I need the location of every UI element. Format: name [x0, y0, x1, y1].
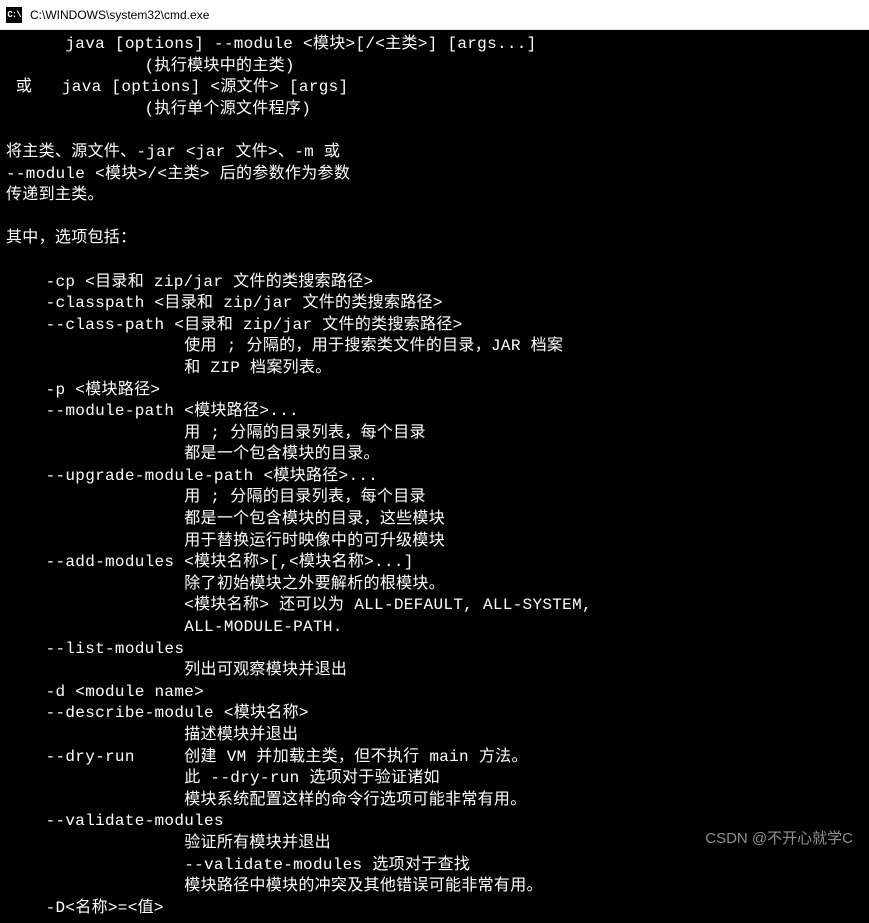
- terminal-line: [6, 207, 863, 229]
- terminal-line: 和 ZIP 档案列表。: [6, 358, 863, 380]
- terminal-line: --describe-module <模块名称>: [6, 703, 863, 725]
- terminal-line: (执行模块中的主类): [6, 56, 863, 78]
- terminal-line: -p <模块路径>: [6, 380, 863, 402]
- terminal-line: [6, 250, 863, 272]
- terminal-line: java [options] --module <模块>[/<主类>] [arg…: [6, 34, 863, 56]
- terminal-line: 除了初始模块之外要解析的根模块。: [6, 574, 863, 596]
- window-title: C:\WINDOWS\system32\cmd.exe: [30, 8, 209, 22]
- terminal-line: --add-modules <模块名称>[,<模块名称>...]: [6, 552, 863, 574]
- window-titlebar: C:\ C:\WINDOWS\system32\cmd.exe: [0, 0, 869, 30]
- terminal-line: 描述模块并退出: [6, 725, 863, 747]
- terminal-line: (执行单个源文件程序): [6, 99, 863, 121]
- terminal-line: -classpath <目录和 zip/jar 文件的类搜索路径>: [6, 293, 863, 315]
- terminal-line: --dry-run 创建 VM 并加载主类，但不执行 main 方法。: [6, 747, 863, 769]
- terminal-line: 传递到主类。: [6, 185, 863, 207]
- terminal-line: 或 java [options] <源文件> [args]: [6, 77, 863, 99]
- terminal-line: --module-path <模块路径>...: [6, 401, 863, 423]
- terminal-output[interactable]: java [options] --module <模块>[/<主类>] [arg…: [0, 30, 869, 923]
- cmd-icon: C:\: [6, 7, 22, 23]
- terminal-line: --validate-modules: [6, 811, 863, 833]
- terminal-line: --upgrade-module-path <模块路径>...: [6, 466, 863, 488]
- terminal-line: --validate-modules 选项对于查找: [6, 855, 863, 877]
- terminal-line: -d <module name>: [6, 682, 863, 704]
- terminal-line: 使用 ; 分隔的，用于搜索类文件的目录，JAR 档案: [6, 336, 863, 358]
- terminal-line: -cp <目录和 zip/jar 文件的类搜索路径>: [6, 272, 863, 294]
- terminal-line: 列出可观察模块并退出: [6, 660, 863, 682]
- terminal-line: 用于替换运行时映像中的可升级模块: [6, 531, 863, 553]
- terminal-line: --list-modules: [6, 639, 863, 661]
- terminal-line: 都是一个包含模块的目录，这些模块: [6, 509, 863, 531]
- terminal-line: 此 --dry-run 选项对于验证诸如: [6, 768, 863, 790]
- terminal-line: 用 ; 分隔的目录列表，每个目录: [6, 423, 863, 445]
- terminal-line: 验证所有模块并退出: [6, 833, 863, 855]
- terminal-line: --module <模块>/<主类> 后的参数作为参数: [6, 164, 863, 186]
- terminal-line: 模块路径中模块的冲突及其他错误可能非常有用。: [6, 876, 863, 898]
- cmd-icon-text: C:\: [7, 10, 20, 20]
- terminal-line: 其中，选项包括：: [6, 228, 863, 250]
- terminal-line: <模块名称> 还可以为 ALL-DEFAULT, ALL-SYSTEM,: [6, 595, 863, 617]
- terminal-line: 模块系统配置这样的命令行选项可能非常有用。: [6, 790, 863, 812]
- terminal-line: 将主类、源文件、-jar <jar 文件>、-m 或: [6, 142, 863, 164]
- terminal-line: --class-path <目录和 zip/jar 文件的类搜索路径>: [6, 315, 863, 337]
- terminal-line: ALL-MODULE-PATH.: [6, 617, 863, 639]
- terminal-line: 用 ; 分隔的目录列表，每个目录: [6, 487, 863, 509]
- terminal-line: -D<名称>=<值>: [6, 898, 863, 920]
- terminal-line: [6, 120, 863, 142]
- terminal-line: 都是一个包含模块的目录。: [6, 444, 863, 466]
